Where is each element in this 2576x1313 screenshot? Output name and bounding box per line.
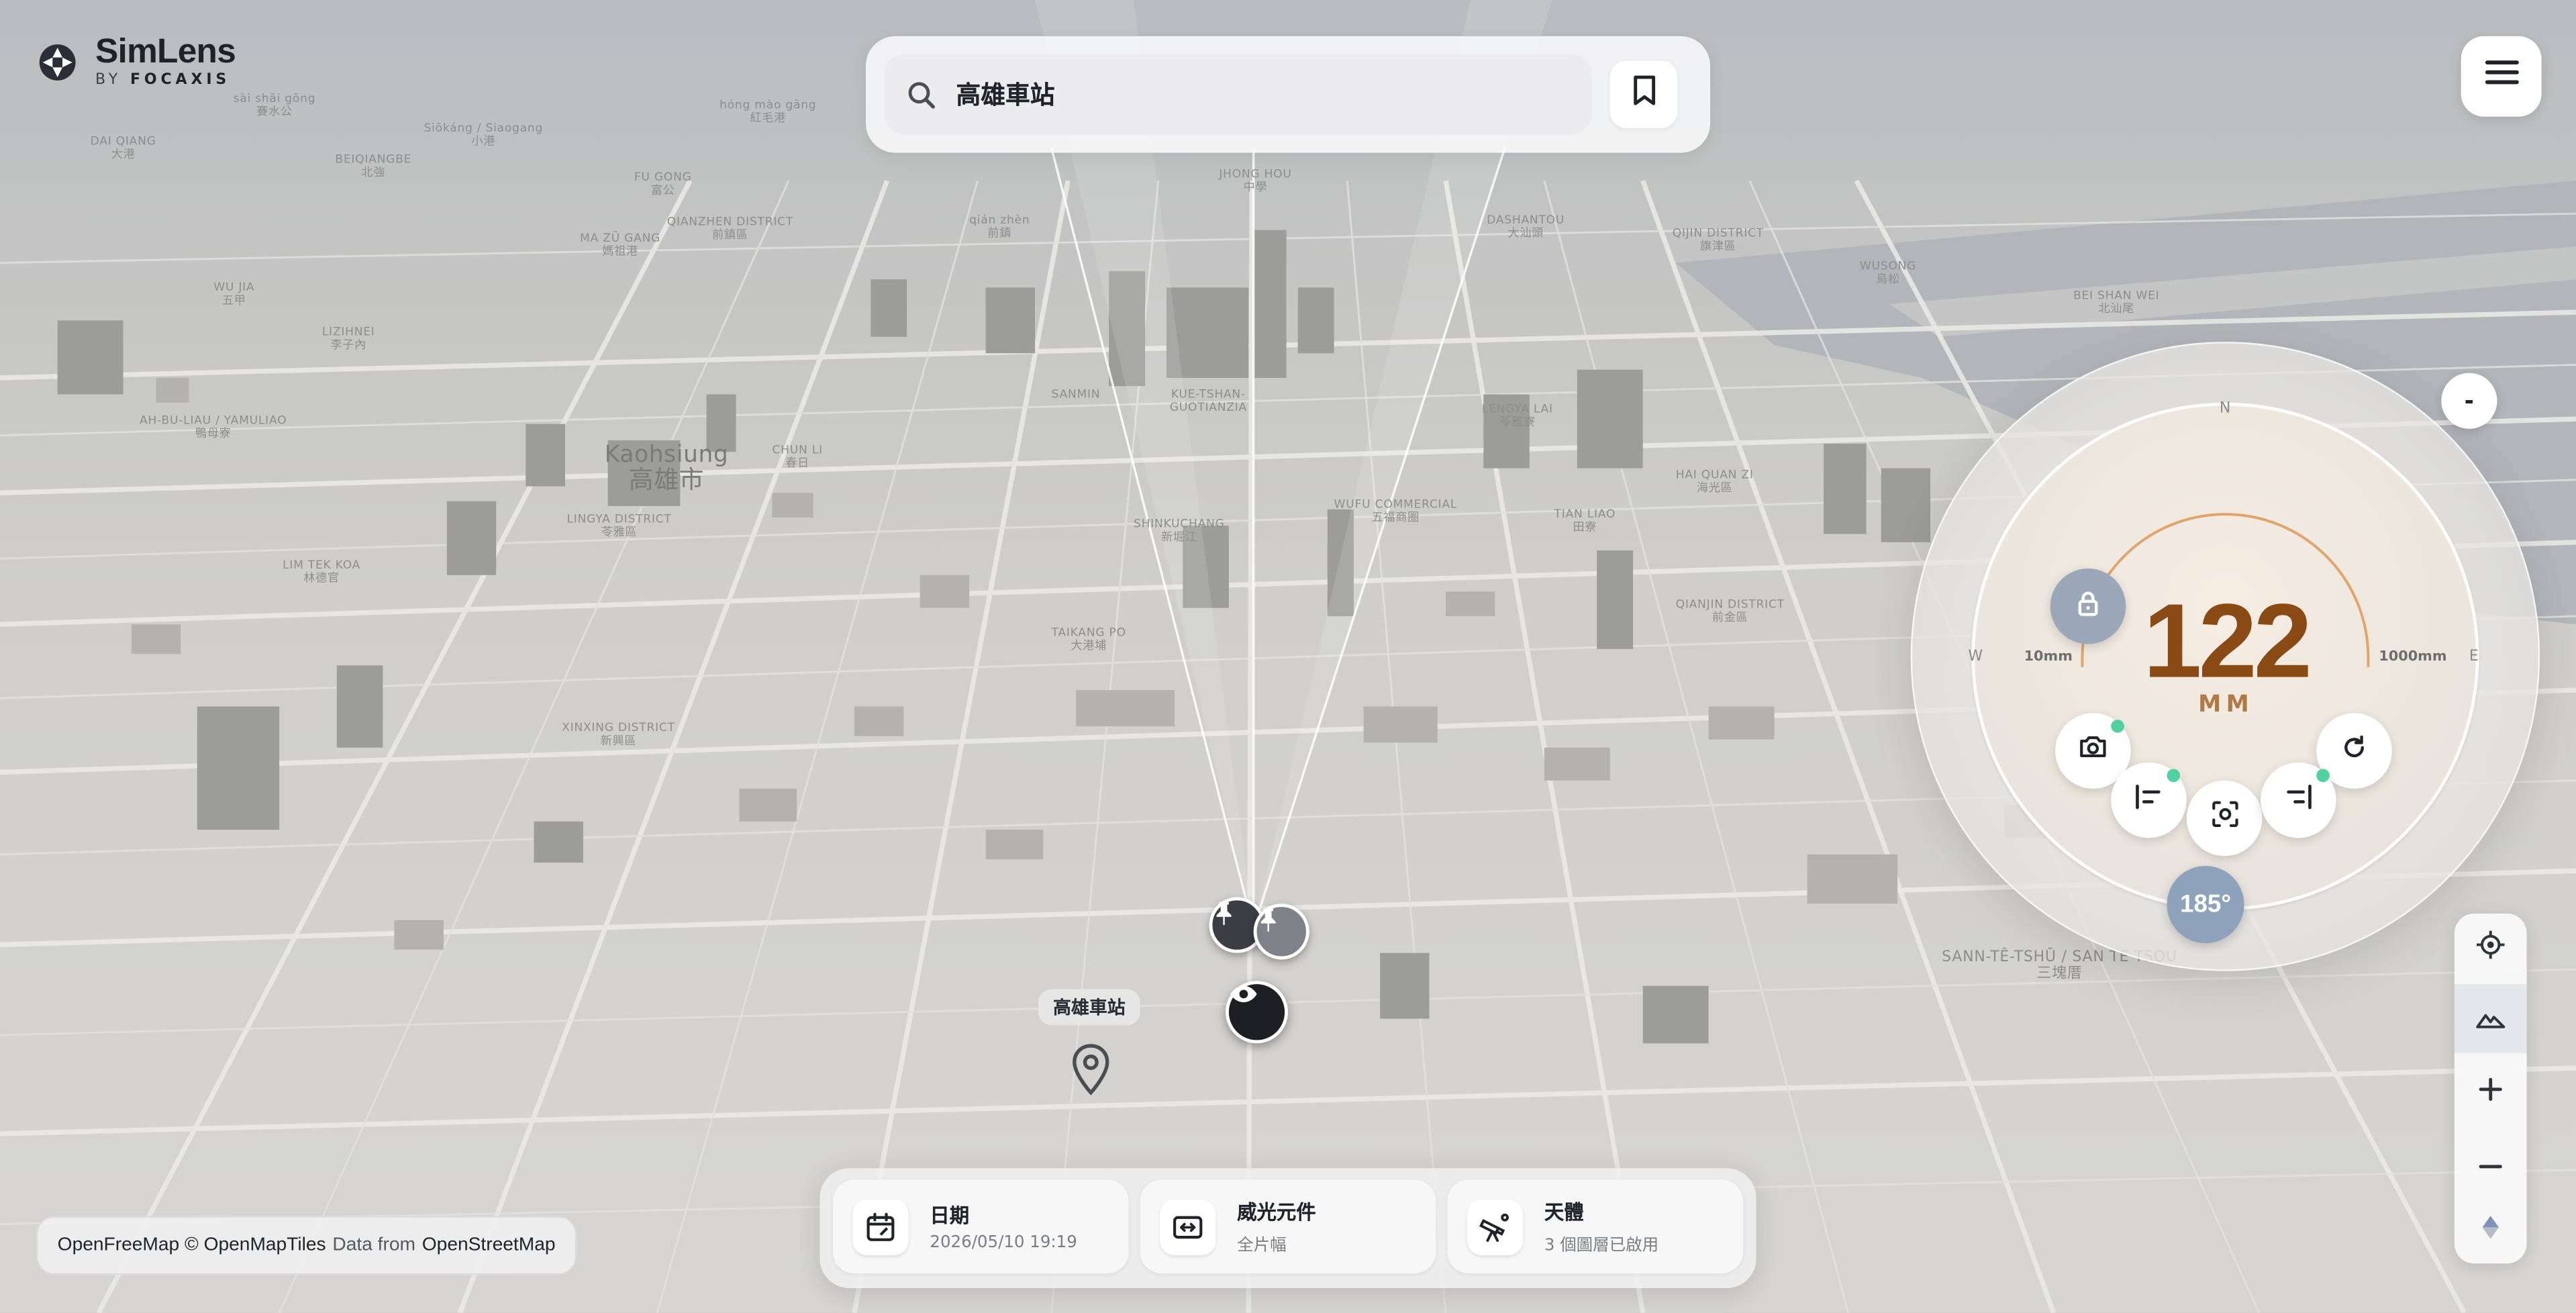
brand-subtitle: BY FOCAXIS (95, 72, 231, 89)
map-label-kue-tshan: KUE-TSHAN- GUOTIANZIA (1169, 387, 1247, 414)
attribution-link-openfreemap[interactable]: OpenFreeMap (58, 1236, 180, 1255)
align-right-button[interactable] (2261, 762, 2336, 838)
bottom-bar: 日期 2026/05/10 19:19 威光元件 全片幅 天體 3 個圖層已啟用 (820, 1168, 1756, 1288)
map-label-sanmin: SANMIN (1051, 387, 1101, 401)
viewpoint-marker[interactable] (1225, 981, 1288, 1044)
map-label-hai-quan-zi: HAI QUAN ZI 海光區 (1675, 468, 1754, 495)
collapse-dial-button[interactable]: - (2441, 373, 2497, 429)
focal-length-value: 122 (2143, 581, 2312, 700)
map-label-ma-zu-gang: MA ZŪ GANG 媽祖港 (580, 232, 661, 258)
map-label-qian-zhen: qián zhèn 前鎮 (969, 213, 1030, 240)
map-label-qianjin: QIANJIN DISTRICT 前金區 (1675, 597, 1785, 625)
compass-east: E (2469, 648, 2479, 666)
map-label-ah-bu-liau: AH-BU-LIAU / YAMULIAO 鴨母寮 (140, 414, 287, 440)
map-label-taikang: TAIKANG PO 大港埔 (1051, 626, 1126, 652)
map-label-siokang: Siōkáng / Siaogang 小港 (424, 121, 544, 148)
map-label-wusong: WUSONG 烏松 (1859, 259, 1917, 286)
compass-west: W (1968, 648, 1983, 666)
pushpin-marker-2[interactable] (1253, 904, 1309, 960)
zoom-out-icon (2479, 1137, 2502, 1180)
map-label-dai-qiang: DAI QIANG 大港 (90, 134, 156, 161)
calendar-icon (852, 1198, 909, 1255)
lock-button[interactable] (2050, 568, 2126, 644)
brand-name: SimLens (95, 32, 236, 71)
attribution-link-openmaptiles[interactable]: © OpenMapTiles (185, 1236, 326, 1255)
focal-length-unit: MM (2198, 691, 2255, 718)
locate-button[interactable] (2455, 914, 2527, 983)
map-toolbar (2454, 913, 2527, 1264)
map-label-beiqiang: BEIQIANGBE 北強 (335, 152, 412, 179)
terrain-button[interactable] (2454, 984, 2527, 1053)
map-label-bei-shan-wei: BEI SHAN WEI 北汕尾 (2073, 289, 2160, 315)
zoom-out-button[interactable] (2455, 1124, 2527, 1193)
map-label-jhong-hou: JHONG HOU 中學 (1219, 167, 1292, 194)
sensor-title: 威光元件 (1237, 1201, 1316, 1224)
map-label-lim-tek-koa: LIM TEK KOA 林德官 (283, 558, 361, 585)
celestial-value: 3 個圖層已啟用 (1544, 1237, 1659, 1256)
compass-button[interactable] (2455, 1194, 2527, 1263)
map-label-shinkuchang: SHINKUCHANG 新堀江 (1133, 518, 1225, 544)
attribution-link-osm[interactable]: OpenStreetMap (422, 1236, 556, 1255)
zoom-in-icon (2479, 1068, 2502, 1111)
locate-icon (2476, 927, 2506, 970)
bookmark-button[interactable] (1609, 60, 1678, 128)
search-box[interactable] (883, 54, 1592, 135)
map-label-lengya-lai: LENGYA LAI 苓雅寮 (1481, 402, 1553, 429)
map-label-fu-gong: FU GONG 富公 (634, 171, 692, 197)
align-left-button[interactable] (2111, 762, 2187, 838)
map-label-lingya: LINGYA DISTRICT 苓雅區 (566, 512, 672, 539)
map-label-wufu: WUFU COMMERCIAL 五福商圈 (1334, 497, 1458, 524)
celestial-title: 天體 (1544, 1201, 1584, 1224)
focal-range-max: 1000mm (2379, 648, 2447, 666)
sensor-card[interactable]: 威光元件 全片幅 (1140, 1179, 1436, 1273)
status-dot (2316, 769, 2330, 783)
compass-icon (2479, 1208, 2502, 1251)
date-card[interactable]: 日期 2026/05/10 19:19 (832, 1179, 1129, 1273)
map-label-qijin: QIJIN DISTRICT 旗津區 (1672, 226, 1764, 253)
focus-button[interactable] (2186, 780, 2263, 857)
attribution-text: Data from (332, 1235, 416, 1256)
search-panel (865, 36, 1711, 153)
logo-icon (36, 41, 79, 84)
status-dot (2111, 720, 2124, 733)
zoom-in-button[interactable] (2455, 1055, 2527, 1124)
search-input[interactable] (952, 78, 1584, 111)
search-icon (907, 80, 936, 109)
sensor-value: 全片幅 (1237, 1237, 1287, 1256)
telescope-icon (1467, 1198, 1524, 1255)
compass-north: N (2219, 401, 2231, 418)
focal-range-min: 10mm (2024, 648, 2073, 666)
align-right-icon (2283, 783, 2313, 817)
status-dot (2167, 769, 2181, 783)
bookmark-icon (1630, 74, 1656, 115)
align-left-icon (2134, 783, 2164, 817)
map-attribution: OpenFreeMap © OpenMapTiles Data from Ope… (36, 1216, 577, 1275)
lock-icon (2077, 589, 2099, 624)
map-label-wu-jia: WU JIA 五甲 (213, 281, 255, 307)
camera-icon (2078, 734, 2108, 767)
map-label-tian-liao: TIAN LIAO 田寮 (1554, 507, 1616, 534)
terrain-icon (2476, 998, 2506, 1040)
map-label-hong-mao-gang: hóng mào gāng 紅毛港 (720, 98, 817, 126)
map-label-xinxing: XINXING DISTRICT 新興區 (562, 721, 675, 748)
heading-angle-button[interactable]: 185° (2167, 865, 2244, 943)
map-label-lizihnei: LIZIHNEI 李子內 (321, 325, 375, 352)
sensor-icon (1160, 1198, 1216, 1255)
brand-logo[interactable]: SimLens BY FOCAXIS (36, 32, 236, 89)
place-label[interactable]: 高雄車站 (1038, 989, 1140, 1026)
menu-icon (2483, 59, 2520, 93)
refresh-icon (2341, 734, 2367, 768)
date-value: 2026/05/10 19:19 (930, 1234, 1077, 1253)
date-title: 日期 (930, 1204, 970, 1228)
map-label-dashantou: DASHANTOU 大汕頭 (1487, 213, 1565, 240)
map-label-kaohsiung: Kaohsiung 高雄市 (604, 442, 729, 495)
map-label-sai-shai-gong: sài shāi gōng 賽水公 (233, 92, 316, 119)
menu-button[interactable] (2461, 36, 2542, 117)
focus-icon (2210, 800, 2238, 836)
celestial-card[interactable]: 天體 3 個圖層已啟用 (1447, 1179, 1744, 1273)
map-label-chun-li: CHUN LI 春日 (772, 443, 823, 471)
map-label-qianzhen-district: QIANZHEN DISTRICT 前鎮區 (666, 215, 794, 242)
